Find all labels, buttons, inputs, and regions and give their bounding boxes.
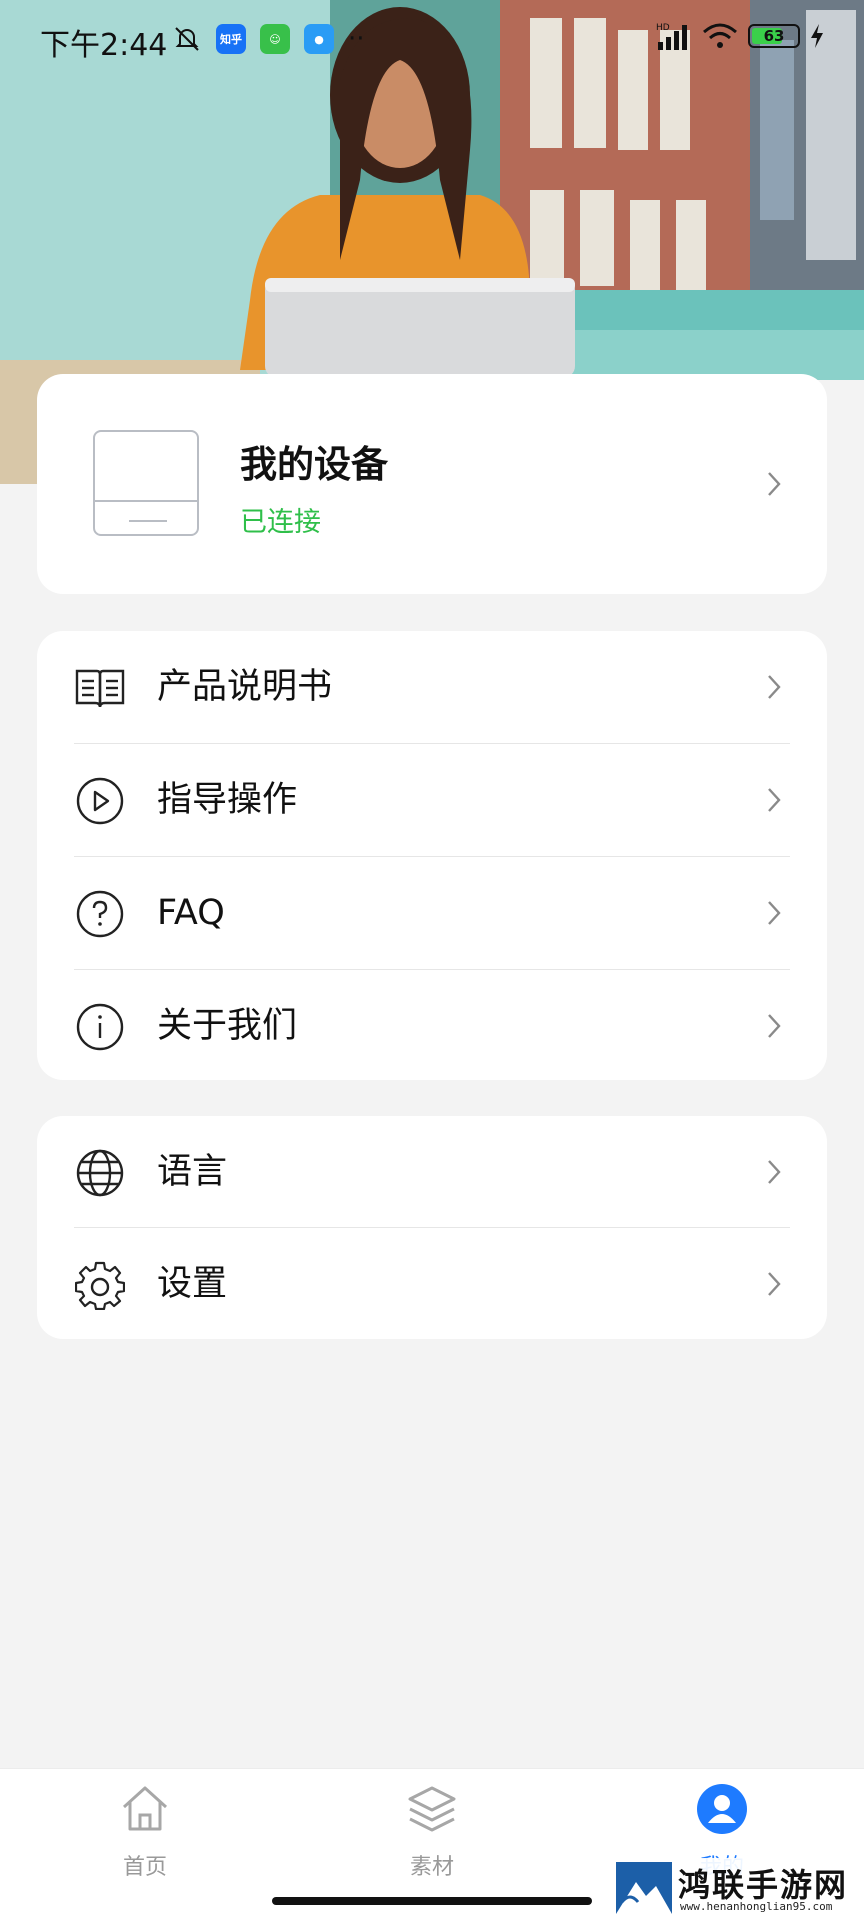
help-menu-card: 产品说明书 指导操作 FAQ 关于我们	[37, 631, 827, 1080]
device-status: 已连接	[240, 507, 321, 538]
notification-icons: 知乎 ☺ ● ··	[172, 24, 365, 54]
watermark-url: www.henanhonglian95.com	[680, 1900, 833, 1913]
menu-item-language[interactable]: 语言	[37, 1116, 827, 1228]
chevron-right-icon	[768, 1272, 781, 1296]
tab-home[interactable]: 首页	[75, 1783, 215, 1881]
charging-icon	[811, 24, 823, 48]
device-title: 我的设备	[240, 443, 388, 486]
device-thumbnail-icon	[93, 430, 199, 536]
menu-item-label: 设置	[157, 1264, 228, 1304]
status-time: 下午2:44	[40, 28, 168, 63]
app-notification-icon: ☺	[260, 24, 290, 54]
menu-item-label: 指导操作	[157, 780, 298, 820]
book-icon	[75, 669, 125, 708]
tab-materials[interactable]: 素材	[362, 1783, 502, 1881]
menu-item-guide[interactable]: 指导操作	[37, 744, 827, 856]
play-circle-icon	[76, 777, 124, 825]
chevron-right-icon	[768, 1014, 781, 1038]
battery-level: 63	[763, 27, 785, 45]
menu-item-label: 语言	[157, 1152, 228, 1192]
tab-label: 首页	[122, 1855, 167, 1880]
info-circle-icon	[76, 1003, 124, 1051]
globe-icon	[76, 1149, 124, 1197]
system-status-icons: HD 63	[656, 22, 824, 50]
menu-item-faq[interactable]: FAQ	[37, 857, 827, 969]
question-circle-icon	[76, 890, 124, 938]
gear-icon	[75, 1261, 125, 1310]
menu-item-label: 产品说明书	[157, 667, 333, 707]
zhihu-app-icon: 知乎	[216, 24, 246, 54]
wifi-icon	[703, 23, 737, 48]
menu-item-about[interactable]: 关于我们	[37, 970, 827, 1082]
menu-item-label: 关于我们	[157, 1006, 298, 1046]
chevron-right-icon	[768, 472, 781, 496]
menu-item-settings[interactable]: 设置	[37, 1228, 827, 1340]
status-bar: 下午2:44 知乎 ☺ ● ·· HD 63	[0, 0, 864, 80]
chevron-right-icon	[768, 788, 781, 812]
settings-menu-card: 语言 设置	[37, 1116, 827, 1339]
tab-label: 素材	[409, 1855, 454, 1880]
battery-icon: 63	[748, 24, 800, 48]
chevron-right-icon	[768, 1160, 781, 1184]
layers-icon	[408, 1786, 456, 1832]
watermark-logo-icon	[616, 1862, 672, 1914]
chevron-right-icon	[768, 901, 781, 925]
my-device-card[interactable]: 我的设备 已连接	[37, 374, 827, 594]
network-label: HD	[656, 23, 670, 33]
menu-item-label: FAQ	[157, 893, 225, 933]
profile-icon	[697, 1784, 747, 1834]
home-icon	[122, 1786, 168, 1831]
chevron-right-icon	[768, 675, 781, 699]
mute-bell-icon	[175, 27, 199, 51]
menu-item-manual[interactable]: 产品说明书	[37, 631, 827, 743]
signal-icon: HD	[656, 23, 687, 50]
message-app-icon: ●	[304, 24, 334, 54]
more-notifications-icon: ··	[348, 24, 365, 54]
home-indicator[interactable]	[272, 1897, 592, 1905]
watermark: 鸿联手游网 www.henanhonglian95.com	[616, 1858, 864, 1920]
